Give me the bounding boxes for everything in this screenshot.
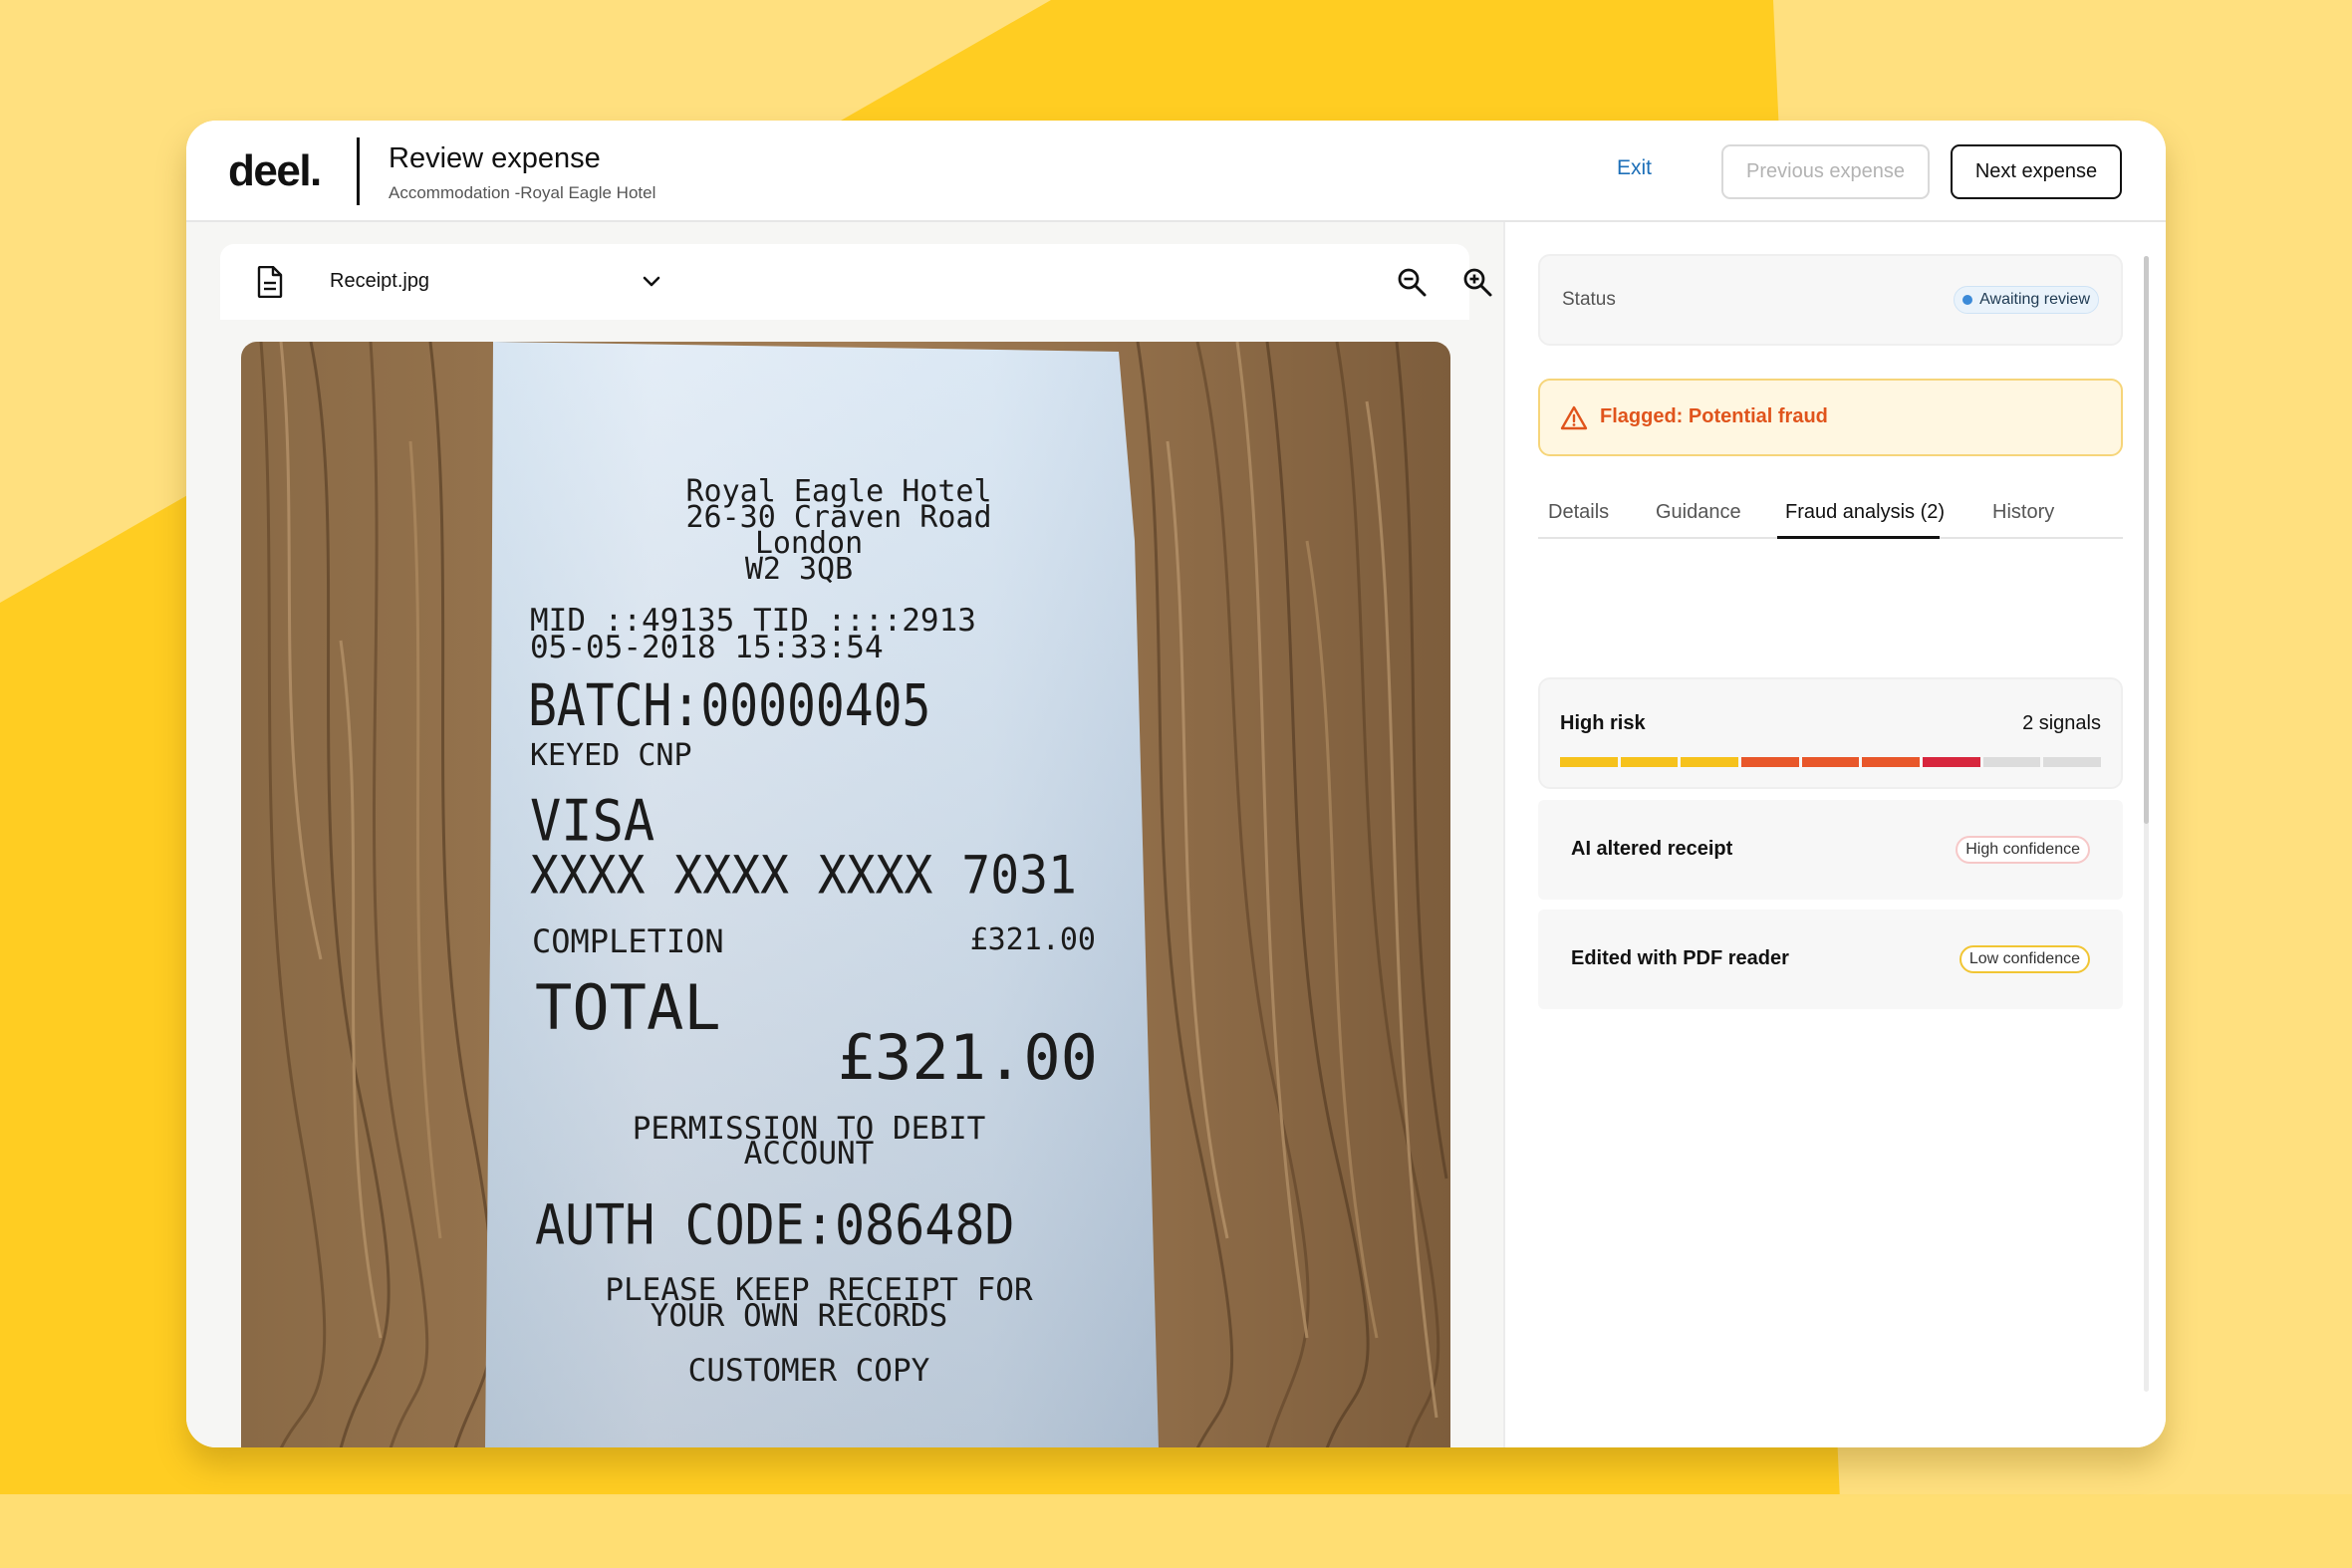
risk-segment <box>1923 757 1980 767</box>
tab-guidance[interactable]: Guidance <box>1656 501 1741 524</box>
status-dot-icon <box>1962 295 1973 305</box>
risk-segment <box>1801 757 1860 767</box>
signal-name: Edited with PDF reader <box>1571 947 1789 969</box>
status-label: Status <box>1562 289 1616 310</box>
active-tab-indicator <box>1777 536 1940 539</box>
receipt-photo: Royal Eagle Hotel 26-30 Craven Road Lond… <box>241 342 1450 1447</box>
page-subtitle: Accommodation -Royal Eagle Hotel <box>389 183 656 202</box>
receipt-line: W2 3QB <box>745 552 853 587</box>
risk-segment <box>1620 757 1679 767</box>
chevron-down-icon[interactable] <box>640 270 663 294</box>
page-title: Review expense <box>389 142 601 174</box>
risk-level: High risk <box>1560 712 1646 734</box>
receipt-line: YOUR OWN RECORDS <box>651 1298 948 1334</box>
file-name[interactable]: Receipt.jpg <box>330 270 429 293</box>
status-badge: Awaiting review <box>1954 286 2099 314</box>
receipt-line: £321.00 <box>838 1021 1098 1094</box>
receipt-image: Royal Eagle Hotel 26-30 Craven Road Lond… <box>241 342 1450 1447</box>
status-badge-text: Awaiting review <box>1979 291 2090 308</box>
header: deel. Review expense Accommodation -Roya… <box>186 121 2166 222</box>
zoom-out-icon[interactable] <box>1396 266 1428 298</box>
receipt-line: CUSTOMER COPY <box>688 1353 930 1389</box>
panel-scrollbar[interactable] <box>2144 256 2149 1392</box>
previous-expense-button[interactable]: Previous expense <box>1721 144 1930 199</box>
next-expense-button[interactable]: Next expense <box>1951 144 2122 199</box>
receipt-line: TOTAL <box>535 971 721 1044</box>
signal-count: 2 signals <box>2022 712 2101 734</box>
fraud-signal[interactable]: Edited with PDF reader Low confidence <box>1538 910 2123 1009</box>
signal-name: AI altered receipt <box>1571 838 1733 860</box>
risk-segment <box>1862 757 1921 767</box>
receipt-line: ACCOUNT <box>744 1136 875 1172</box>
tab-fraud-analysis[interactable]: Fraud analysis (2) <box>1785 501 1945 524</box>
exit-link[interactable]: Exit <box>1617 156 1652 180</box>
risk-segment <box>1681 757 1739 767</box>
risk-segment <box>1982 757 2041 767</box>
receipt-line: COMPLETION <box>532 922 724 960</box>
review-panel: Status Awaiting review Flagged: Potentia… <box>1503 222 2166 1447</box>
logo-divider <box>357 137 360 205</box>
receipt-line: AUTH CODE:08648D <box>535 1193 1015 1257</box>
warning-icon <box>1560 405 1588 430</box>
app-window: deel. Review expense Accommodation -Roya… <box>186 121 2166 1447</box>
receipt-line: £321.00 <box>970 922 1096 957</box>
risk-card: High risk 2 signals <box>1538 677 2123 789</box>
receipt-line: 05-05-2018 15:33:54 <box>530 630 884 665</box>
receipt-line: KEYED CNP <box>530 738 692 773</box>
fraud-signal[interactable]: AI altered receipt High confidence <box>1538 800 2123 900</box>
tab-bar: Details Guidance Fraud analysis (2) Hist… <box>1538 496 2123 539</box>
risk-segment <box>1741 757 1799 767</box>
tab-details[interactable]: Details <box>1548 501 1609 524</box>
confidence-badge: Low confidence <box>1959 945 2090 973</box>
risk-meter <box>1560 757 2102 767</box>
alert-text: Flagged: Potential fraud <box>1600 405 1828 427</box>
tab-history[interactable]: History <box>1992 501 2054 524</box>
viewer-toolbar: Receipt.jpg <box>220 244 1622 320</box>
receipt-viewer: Receipt.jpg Royal Eagle Hotel 26-30 Crav… <box>186 222 1622 1447</box>
receipt-line: XXXX XXXX XXXX 7031 <box>530 844 1077 906</box>
status-card: Status Awaiting review <box>1538 254 2123 346</box>
zoom-in-icon[interactable] <box>1461 266 1493 298</box>
receipt-line: BATCH:00000405 <box>528 672 930 739</box>
deel-logo[interactable]: deel. <box>228 146 322 196</box>
fraud-alert: Flagged: Potential fraud <box>1538 379 2123 456</box>
confidence-badge: High confidence <box>1956 836 2090 864</box>
risk-segment <box>1560 757 1618 767</box>
scrollbar-thumb[interactable] <box>2144 256 2149 824</box>
file-icon <box>257 266 283 298</box>
risk-segment <box>2043 757 2102 767</box>
